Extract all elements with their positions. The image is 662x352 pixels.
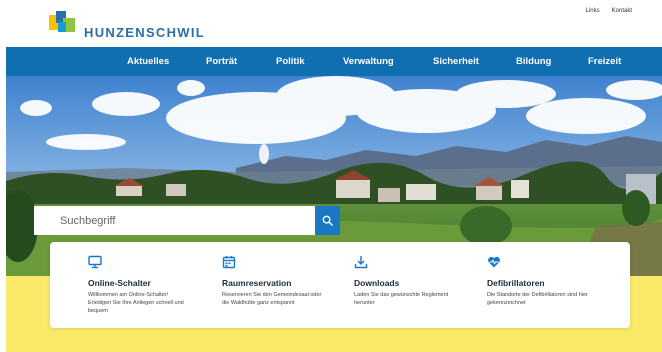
heart-pulse-icon [488,256,500,268]
nav-item-sicherheit[interactable]: Sicherheit [433,47,479,76]
logo-mark-icon [49,11,75,32]
nav-item-freizeit[interactable]: Freizeit [588,47,621,76]
logo[interactable]: HUNZENSCHWIL [48,8,208,40]
download-icon [354,256,368,269]
search-icon [322,215,333,226]
utility-link-kontakt[interactable]: Kontakt [612,8,632,14]
utility-nav: Links Kontakt [586,8,632,14]
search-button[interactable] [315,206,340,235]
quick-link-desc: Laden Sie das gewünschte Reglement herun… [354,292,449,306]
logo-text: HUNZENSCHWIL [84,25,206,40]
nav-item-aktuelles[interactable]: Aktuelles [127,47,169,76]
search-input[interactable] [34,206,315,235]
quick-links: Online-Schalter Willkommen am Online-Sch… [50,242,630,328]
main-nav: Aktuelles Porträt Politik Verwaltung Sic… [6,47,662,76]
utility-link-links[interactable]: Links [586,8,600,14]
quick-link-title: Online-Schalter [88,278,151,288]
search-bar [34,206,340,235]
nav-item-portraet[interactable]: Porträt [206,47,237,76]
quick-link-desc: Die Standorte der Defibrillatoren sind h… [487,292,588,306]
nav-item-verwaltung[interactable]: Verwaltung [343,47,394,76]
quick-link-desc: Willkommen am Online-Schalter! Erledigen… [88,292,184,314]
quick-link-title: Raumreservation [222,278,292,288]
nav-item-bildung[interactable]: Bildung [516,47,551,76]
quick-link-desc: Reservieren Sie den Gemeindesaal oder di… [222,292,322,306]
computer-icon [88,255,102,269]
calendar-icon [222,256,236,269]
nav-item-politik[interactable]: Politik [276,47,305,76]
quick-link-title: Downloads [354,278,400,288]
quick-link-title: Defibrillatoren [487,278,545,288]
header: HUNZENSCHWIL Links Kontakt [0,0,662,47]
